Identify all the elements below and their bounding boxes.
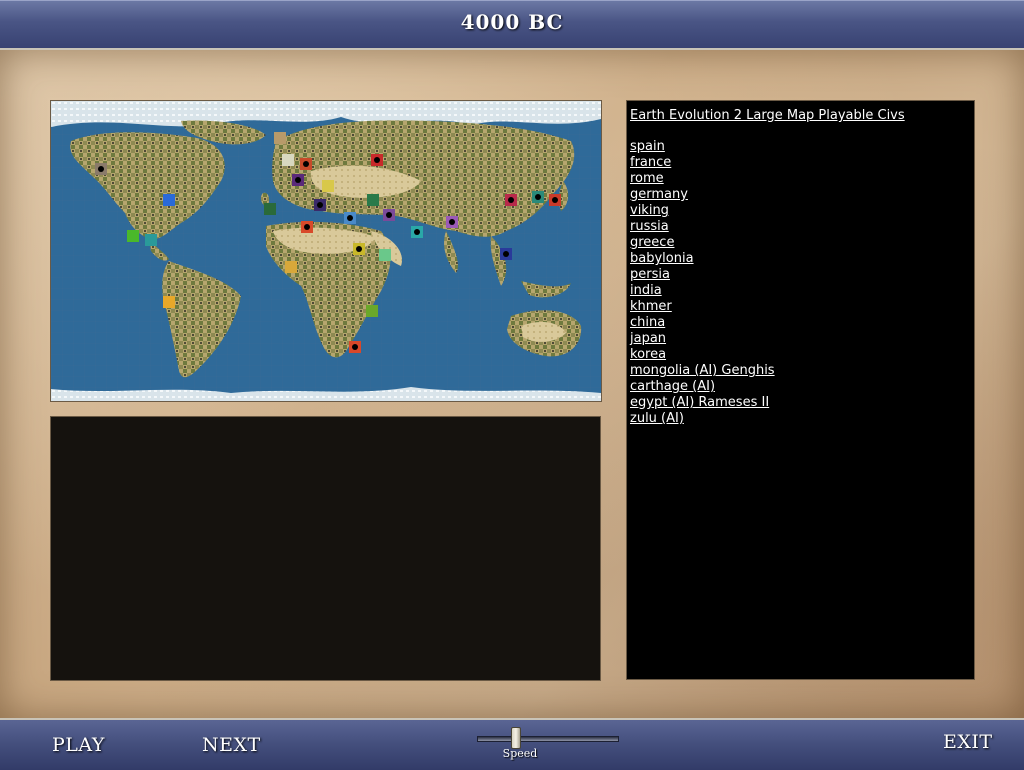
capital-dot (414, 229, 420, 235)
info-panel (50, 416, 601, 681)
civ-start-marker (285, 261, 297, 273)
capital-dot (295, 177, 301, 183)
civ-link-viking[interactable]: viking (630, 203, 775, 219)
civ-link-france[interactable]: france (630, 155, 775, 171)
civ-start-marker (367, 194, 379, 206)
capital-dot (508, 197, 514, 203)
capital-dot (374, 157, 380, 163)
capital-dot (552, 197, 558, 203)
civ-link-india[interactable]: india (630, 283, 775, 299)
civ-start-marker (264, 203, 276, 215)
capital-dot (304, 224, 310, 230)
world-map[interactable] (50, 100, 602, 402)
speed-slider-track[interactable] (477, 736, 619, 742)
civ-link-egypt[interactable]: egypt (AI) Rameses II (630, 395, 775, 411)
civ-start-marker (145, 234, 157, 246)
capital-dot (386, 212, 392, 218)
civ-link-greece[interactable]: greece (630, 235, 775, 251)
civ-link-china[interactable]: china (630, 315, 775, 331)
capital-dot (98, 166, 104, 172)
play-button[interactable]: PLAY (52, 734, 105, 756)
civ-link-zulu[interactable]: zulu (AI) (630, 411, 775, 427)
civ-link-korea[interactable]: korea (630, 347, 775, 363)
capital-dot (317, 202, 323, 208)
civ-link-khmer[interactable]: khmer (630, 299, 775, 315)
civ-link-spain[interactable]: spain (630, 139, 775, 155)
turn-date-title: 4000 BC (460, 10, 564, 34)
civ-link-russia[interactable]: russia (630, 219, 775, 235)
civ-link-persia[interactable]: persia (630, 267, 775, 283)
civ-link-carthage[interactable]: carthage (AI) (630, 379, 775, 395)
civ-list: spain france rome germany viking russia … (630, 139, 775, 427)
capital-dot (535, 194, 541, 200)
civ-link-germany[interactable]: germany (630, 187, 775, 203)
civ-link-rome[interactable]: rome (630, 171, 775, 187)
civ-start-marker (282, 154, 294, 166)
capital-dot (347, 215, 353, 221)
civ-start-marker (163, 194, 175, 206)
next-button[interactable]: NEXT (202, 734, 261, 756)
civ-start-marker (163, 296, 175, 308)
civ-start-marker (127, 230, 139, 242)
civ-start-marker (322, 180, 334, 192)
civ-list-title: Earth Evolution 2 Large Map Playable Civ… (630, 108, 905, 123)
capital-dot (449, 219, 455, 225)
civ-link-mongolia[interactable]: mongolia (AI) Genghis (630, 363, 775, 379)
capital-dot (356, 246, 362, 252)
civ-start-marker (379, 249, 391, 261)
speed-label: Speed (502, 747, 538, 760)
capital-dot (503, 251, 509, 257)
world-map-graphic (51, 101, 601, 401)
civ-start-marker (366, 305, 378, 317)
capital-dot (352, 344, 358, 350)
exit-button[interactable]: EXIT (943, 731, 993, 753)
civ-start-marker (274, 132, 286, 144)
civ-list-panel: Earth Evolution 2 Large Map Playable Civ… (626, 100, 975, 680)
civ-link-japan[interactable]: japan (630, 331, 775, 347)
civ-link-babylonia[interactable]: babylonia (630, 251, 775, 267)
capital-dot (303, 161, 309, 167)
speed-slider-handle[interactable] (511, 727, 521, 749)
